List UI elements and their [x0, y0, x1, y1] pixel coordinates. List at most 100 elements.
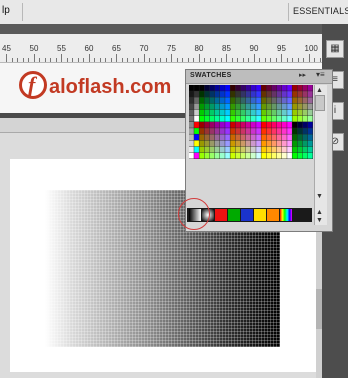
color-swatch[interactable] — [287, 122, 292, 128]
color-swatch[interactable] — [256, 122, 261, 128]
scroll-up-icon[interactable]: ▲ — [316, 209, 323, 216]
color-swatch[interactable] — [271, 134, 277, 141]
color-swatch[interactable] — [266, 109, 272, 116]
color-swatch[interactable] — [287, 146, 292, 153]
color-swatch[interactable] — [240, 140, 246, 147]
color-swatch[interactable] — [297, 103, 303, 110]
color-swatch[interactable] — [230, 91, 236, 97]
color-swatch[interactable] — [235, 140, 241, 147]
gradient-swatch[interactable] — [241, 209, 253, 221]
color-swatch[interactable] — [292, 146, 298, 153]
color-swatch[interactable] — [287, 152, 292, 159]
color-swatch[interactable] — [271, 109, 277, 116]
color-swatch[interactable] — [245, 103, 251, 110]
color-swatch[interactable] — [214, 97, 220, 104]
color-swatch[interactable] — [235, 103, 241, 110]
color-swatch[interactable] — [240, 128, 246, 134]
color-swatch[interactable] — [189, 134, 194, 141]
color-swatch[interactable] — [225, 128, 230, 134]
color-swatch[interactable] — [204, 97, 210, 104]
color-swatch[interactable] — [271, 152, 277, 159]
color-swatch[interactable] — [209, 91, 215, 97]
swatches-scroll-thumb[interactable] — [315, 95, 325, 111]
color-swatch[interactable] — [307, 146, 313, 153]
color-swatch[interactable] — [307, 103, 313, 110]
color-swatch[interactable] — [271, 97, 277, 104]
color-swatch[interactable] — [307, 97, 313, 104]
color-swatch[interactable] — [220, 134, 225, 141]
color-swatch[interactable] — [204, 134, 210, 141]
color-swatch[interactable] — [194, 128, 199, 134]
color-swatch[interactable] — [209, 103, 215, 110]
color-swatch[interactable] — [261, 128, 267, 134]
color-swatch[interactable] — [235, 109, 241, 116]
color-swatch[interactable] — [209, 146, 215, 153]
color-swatch[interactable] — [266, 97, 272, 104]
color-swatch[interactable] — [199, 115, 205, 122]
color-swatch[interactable] — [189, 109, 194, 116]
color-swatch[interactable] — [204, 122, 210, 128]
color-swatch[interactable] — [282, 103, 287, 110]
color-swatch[interactable] — [261, 146, 267, 153]
color-swatch[interactable] — [282, 122, 287, 128]
color-swatch[interactable] — [256, 152, 261, 159]
color-swatch[interactable] — [240, 152, 246, 159]
color-swatch[interactable] — [199, 152, 205, 159]
color-swatch[interactable] — [235, 115, 241, 122]
color-swatch[interactable] — [251, 146, 256, 153]
color-swatch[interactable] — [302, 134, 308, 141]
color-swatch[interactable] — [189, 140, 194, 147]
color-swatch[interactable] — [271, 103, 277, 110]
color-swatch[interactable] — [261, 103, 267, 110]
color-swatch[interactable] — [189, 122, 194, 128]
color-swatch[interactable] — [302, 122, 308, 128]
color-swatch[interactable] — [225, 140, 230, 147]
color-swatch[interactable] — [204, 109, 210, 116]
color-swatch[interactable] — [292, 122, 298, 128]
color-swatch[interactable] — [292, 115, 298, 122]
color-swatch[interactable] — [271, 91, 277, 97]
color-swatch[interactable] — [282, 146, 287, 153]
color-swatch[interactable] — [251, 85, 256, 91]
color-swatch[interactable] — [297, 122, 303, 128]
color-swatch[interactable] — [307, 152, 313, 159]
color-swatch[interactable] — [194, 122, 199, 128]
color-swatch[interactable] — [261, 134, 267, 141]
swatch-grid[interactable] — [189, 85, 313, 159]
color-swatch[interactable] — [199, 140, 205, 147]
color-swatch[interactable] — [282, 91, 287, 97]
color-swatch[interactable] — [256, 140, 261, 147]
color-swatch[interactable] — [266, 134, 272, 141]
color-swatch[interactable] — [256, 91, 261, 97]
color-swatch[interactable] — [282, 97, 287, 104]
color-swatch[interactable] — [189, 103, 194, 110]
color-swatch[interactable] — [204, 103, 210, 110]
color-swatch[interactable] — [276, 115, 282, 122]
color-swatch[interactable] — [292, 97, 298, 104]
color-swatch[interactable] — [256, 134, 261, 141]
color-swatch[interactable] — [230, 109, 236, 116]
color-swatch[interactable] — [271, 115, 277, 122]
color-swatch[interactable] — [251, 97, 256, 104]
color-swatch[interactable] — [209, 85, 215, 91]
color-swatch[interactable] — [261, 115, 267, 122]
color-swatch[interactable] — [297, 115, 303, 122]
color-swatch[interactable] — [204, 146, 210, 153]
color-swatch[interactable] — [261, 91, 267, 97]
color-swatch[interactable] — [266, 146, 272, 153]
color-swatch[interactable] — [276, 134, 282, 141]
color-swatch[interactable] — [261, 85, 267, 91]
color-swatch[interactable] — [282, 152, 287, 159]
color-swatch[interactable] — [240, 115, 246, 122]
color-swatch[interactable] — [287, 91, 292, 97]
color-swatch[interactable] — [209, 140, 215, 147]
color-swatch[interactable] — [287, 134, 292, 141]
color-swatch[interactable] — [189, 85, 194, 91]
color-swatch[interactable] — [302, 115, 308, 122]
color-swatch[interactable] — [199, 103, 205, 110]
color-swatch[interactable] — [199, 122, 205, 128]
color-swatch[interactable] — [297, 97, 303, 104]
color-swatch[interactable] — [204, 140, 210, 147]
color-swatch[interactable] — [266, 115, 272, 122]
color-swatch[interactable] — [251, 91, 256, 97]
